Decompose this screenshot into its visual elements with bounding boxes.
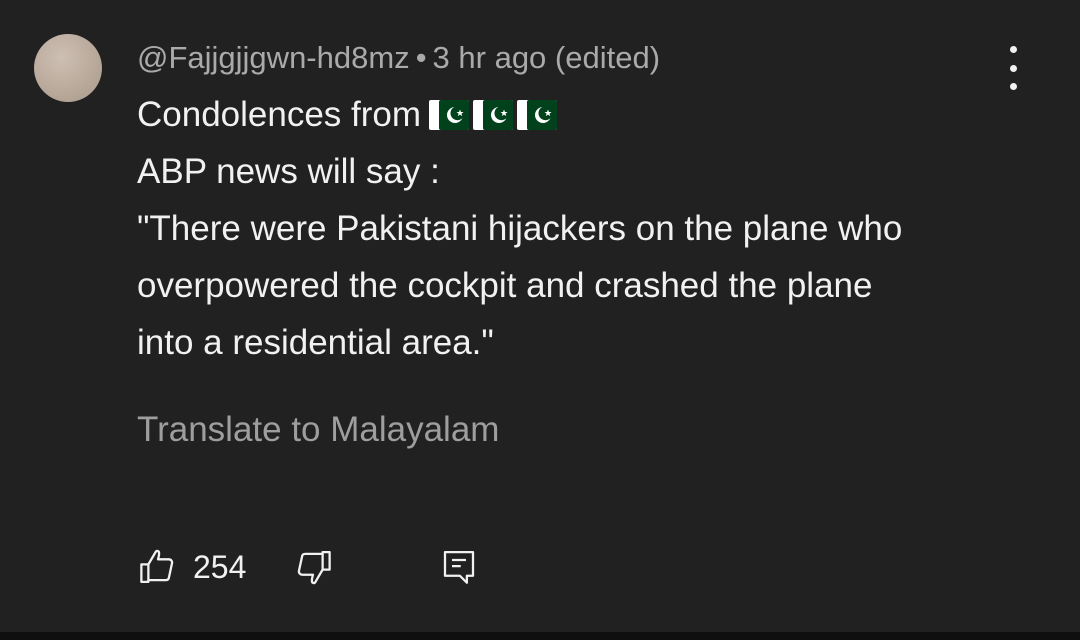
author-name[interactable]: @Fajjgjjgwn-hd8mz bbox=[137, 40, 410, 75]
bottom-divider bbox=[0, 632, 1080, 640]
pakistan-flag-icon bbox=[473, 100, 514, 130]
comment-text: Condolences from ABP news will say : "Th… bbox=[137, 86, 1037, 371]
dislike-button[interactable] bbox=[292, 546, 334, 588]
flag-emojis bbox=[429, 100, 558, 130]
comment-actions: 254 bbox=[137, 544, 480, 590]
like-count: 254 bbox=[193, 548, 247, 585]
comment-line: Condolences from bbox=[137, 86, 1037, 143]
reply-button[interactable] bbox=[438, 546, 480, 588]
separator-dot: • bbox=[415, 40, 427, 75]
more-options-button[interactable] bbox=[996, 46, 1030, 90]
comment-line: ABP news will say : bbox=[137, 152, 440, 191]
pakistan-flag-icon bbox=[429, 100, 470, 130]
like-button[interactable] bbox=[137, 546, 179, 588]
comment-line: into a residential area." bbox=[137, 323, 494, 362]
comment-icon bbox=[444, 550, 475, 584]
more-vert-icon-dot bbox=[1009, 64, 1017, 72]
avatar[interactable] bbox=[34, 34, 102, 102]
timestamp[interactable]: 3 hr ago (edited) bbox=[433, 40, 660, 75]
thumb-down-icon bbox=[298, 550, 332, 585]
comment-line: "There were Pakistani hijackers on the p… bbox=[137, 209, 903, 248]
comment-line-text: Condolences from bbox=[137, 95, 422, 134]
thumb-up-icon bbox=[140, 549, 174, 584]
translate-link[interactable]: Translate to Malayalam bbox=[137, 408, 499, 452]
comment-header: @Fajjgjjgwn-hd8mz • 3 hr ago (edited) bbox=[137, 38, 660, 78]
more-vert-icon bbox=[1009, 46, 1017, 53]
pakistan-flag-icon bbox=[517, 100, 558, 130]
comment-line: overpowered the cockpit and crashed the … bbox=[137, 266, 873, 305]
